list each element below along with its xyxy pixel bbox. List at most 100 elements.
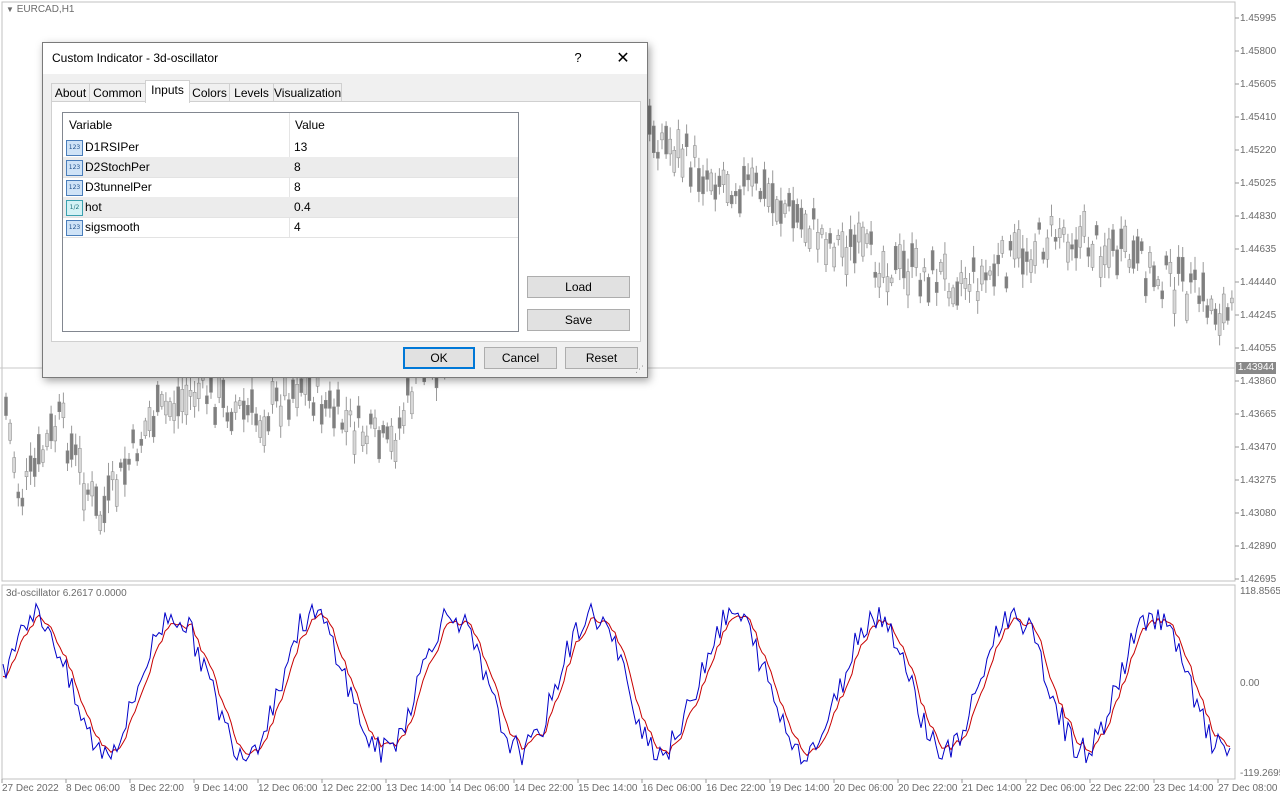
candle-body bbox=[1193, 269, 1197, 280]
candle-body bbox=[1176, 256, 1181, 274]
candle-body bbox=[873, 271, 877, 278]
ok-button[interactable]: OK bbox=[403, 347, 475, 369]
current-price-tag: 1.43944 bbox=[1236, 362, 1276, 374]
candle-body bbox=[123, 458, 127, 485]
table-row[interactable]: 123 D3tunnelPer 8 bbox=[63, 177, 518, 198]
candle-body bbox=[4, 396, 8, 416]
candle-body bbox=[1090, 243, 1095, 268]
candle-body bbox=[795, 204, 800, 223]
candle-body bbox=[857, 222, 861, 243]
candle-body bbox=[283, 376, 287, 397]
candle-body bbox=[811, 208, 816, 220]
candle-body bbox=[910, 243, 914, 268]
candle-body bbox=[369, 413, 373, 425]
inputs-tab-panel: Variable Value 123 D1RSIPer 13 123 D2Sto… bbox=[51, 101, 641, 342]
save-button[interactable]: Save bbox=[527, 309, 630, 331]
row-value[interactable]: 0.4 bbox=[294, 197, 311, 217]
inputs-table[interactable]: Variable Value 123 D1RSIPer 13 123 D2Sto… bbox=[62, 112, 519, 332]
candle-body bbox=[143, 420, 148, 436]
table-row[interactable]: 123 D2StochPer 8 bbox=[63, 157, 518, 178]
candle-body bbox=[1135, 236, 1140, 264]
candle-body bbox=[233, 401, 238, 413]
candle-body bbox=[779, 200, 783, 224]
row-value[interactable]: 8 bbox=[294, 177, 301, 197]
candle-body bbox=[45, 433, 49, 447]
dialog-titlebar[interactable]: Custom Indicator - 3d-oscillator ? ✕ bbox=[43, 43, 647, 74]
double-type-icon: 1/2 bbox=[66, 200, 83, 216]
candle-body bbox=[803, 213, 808, 243]
candle-body bbox=[106, 475, 111, 501]
row-value[interactable]: 4 bbox=[294, 217, 301, 237]
time-axis-label: 22 Dec 22:00 bbox=[1090, 783, 1150, 794]
candle-body bbox=[861, 226, 865, 257]
table-row[interactable]: 1/2 hot 0.4 bbox=[63, 197, 518, 218]
chart-symbol-label: ▼ EURCAD,H1 bbox=[6, 4, 75, 15]
candle-body bbox=[824, 239, 828, 265]
row-value[interactable]: 8 bbox=[294, 157, 301, 177]
candle-body bbox=[984, 272, 988, 281]
candle-body bbox=[775, 199, 779, 222]
candle-body bbox=[1045, 237, 1050, 260]
candle-body bbox=[992, 263, 996, 287]
candle-body bbox=[922, 267, 927, 273]
tab-colors[interactable]: Colors bbox=[189, 83, 230, 102]
candle-body bbox=[332, 406, 336, 429]
column-header-variable[interactable]: Variable bbox=[69, 113, 112, 135]
candle-body bbox=[151, 415, 156, 438]
candle-body bbox=[869, 231, 873, 245]
candle-body bbox=[1103, 245, 1107, 266]
candle-body bbox=[65, 450, 70, 464]
candle-body bbox=[250, 389, 254, 413]
price-axis-label: 1.44830 bbox=[1240, 211, 1277, 222]
table-row[interactable]: 123 D1RSIPer 13 bbox=[63, 137, 518, 158]
candle-body bbox=[701, 176, 705, 195]
candle-body bbox=[270, 381, 275, 405]
table-row[interactable]: 123 sigsmooth 4 bbox=[63, 217, 518, 238]
candle-body bbox=[266, 416, 271, 432]
price-axis-label: 1.45220 bbox=[1240, 145, 1277, 156]
tab-visualization[interactable]: Visualization bbox=[273, 83, 342, 102]
time-axis-label: 16 Dec 06:00 bbox=[642, 783, 702, 794]
candle-body bbox=[668, 138, 672, 155]
cancel-button[interactable]: Cancel bbox=[484, 347, 557, 369]
close-icon[interactable]: ✕ bbox=[609, 46, 637, 70]
candle-body bbox=[725, 174, 730, 203]
tab-levels[interactable]: Levels bbox=[229, 83, 274, 102]
candle-body bbox=[1185, 293, 1189, 321]
price-axis-label: 1.44245 bbox=[1240, 310, 1277, 321]
reset-button[interactable]: Reset bbox=[565, 347, 638, 369]
price-axis-label: 1.45410 bbox=[1240, 112, 1277, 123]
integer-type-icon: 123 bbox=[66, 180, 83, 196]
candle-body bbox=[902, 250, 906, 279]
dropdown-arrow-icon[interactable]: ▼ bbox=[6, 5, 14, 14]
tab-about[interactable]: About bbox=[51, 83, 90, 102]
column-header-value[interactable]: Value bbox=[295, 113, 325, 135]
candle-body bbox=[1131, 240, 1136, 269]
candle-body bbox=[1172, 289, 1177, 314]
resize-grip-icon[interactable]: ⋰ bbox=[635, 365, 644, 375]
candle-body bbox=[311, 402, 316, 416]
tab-inputs[interactable]: Inputs bbox=[145, 80, 190, 103]
candle-body bbox=[1016, 229, 1021, 259]
candle-body bbox=[61, 402, 66, 419]
candle-body bbox=[12, 457, 16, 473]
candle-body bbox=[377, 430, 381, 460]
candle-body bbox=[959, 272, 964, 284]
candle-body bbox=[1070, 244, 1074, 250]
candle-body bbox=[258, 420, 262, 438]
candle-body bbox=[53, 426, 57, 442]
row-value[interactable]: 13 bbox=[294, 137, 307, 157]
candle-body bbox=[762, 169, 767, 199]
candle-body bbox=[951, 287, 955, 305]
candle-body bbox=[1021, 248, 1025, 275]
candle-body bbox=[188, 390, 193, 397]
candle-body bbox=[1098, 256, 1103, 278]
candle-body bbox=[229, 411, 234, 432]
candle-body bbox=[196, 382, 201, 399]
tab-common[interactable]: Common bbox=[89, 83, 146, 102]
price-axis-label: 1.43080 bbox=[1240, 508, 1277, 519]
candle-body bbox=[287, 399, 291, 420]
help-button[interactable]: ? bbox=[567, 47, 589, 69]
load-button[interactable]: Load bbox=[527, 276, 630, 298]
candle-body bbox=[750, 167, 754, 187]
